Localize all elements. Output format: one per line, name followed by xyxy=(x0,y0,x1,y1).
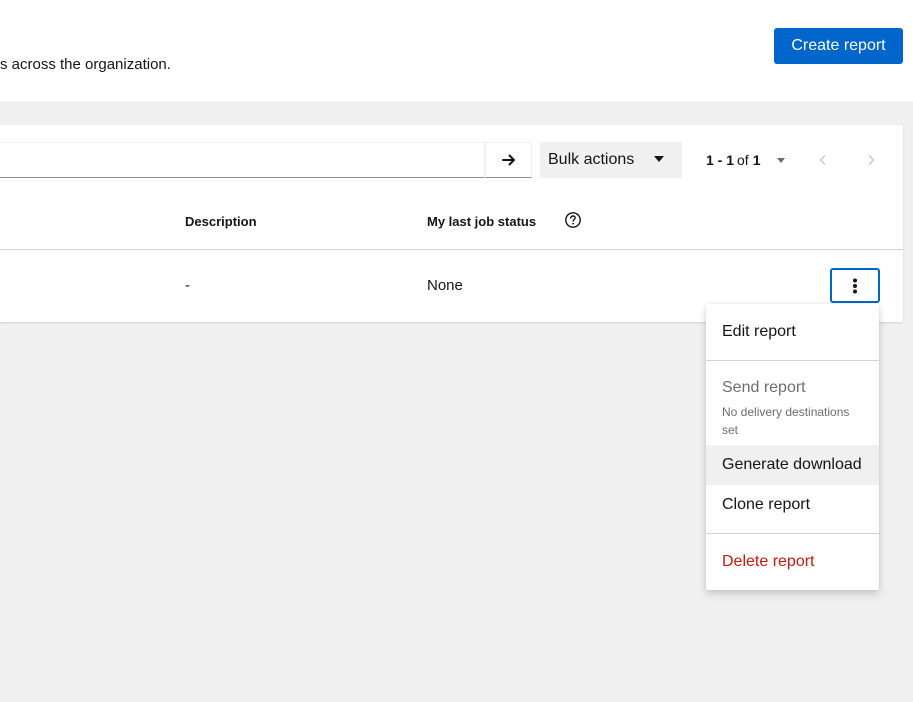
search-submit-button[interactable] xyxy=(485,142,532,178)
angle-right-icon xyxy=(868,154,875,166)
menu-divider xyxy=(706,533,879,534)
menu-item-send-report-description: No delivery destinations set xyxy=(722,405,850,437)
pagination-toggle[interactable]: 1 - 1 of 1 xyxy=(706,142,785,178)
row-actions-menu: Edit report Send report No delivery dest… xyxy=(706,304,879,590)
help-circle-icon[interactable] xyxy=(564,211,582,229)
arrow-right-icon xyxy=(501,154,515,166)
search-input[interactable] xyxy=(0,142,485,178)
menu-item-generate-download[interactable]: Generate download xyxy=(706,445,879,485)
bulk-actions-label: Bulk actions xyxy=(548,151,635,168)
next-page-button[interactable] xyxy=(853,142,889,178)
row-actions-kebab-button[interactable] xyxy=(830,268,880,303)
caret-down-icon xyxy=(776,157,785,163)
row-last-job-status: None xyxy=(427,277,463,294)
menu-item-delete-report[interactable]: Delete report xyxy=(706,542,879,582)
reports-table-card: Bulk actions 1 - 1 of 1 Description My l… xyxy=(0,125,903,322)
angle-left-icon xyxy=(819,154,826,166)
kebab-icon xyxy=(853,278,857,293)
row-description: - xyxy=(185,277,190,294)
page-header: s across the organization. Create report xyxy=(0,0,913,101)
menu-item-send-report[interactable]: Send report xyxy=(706,369,879,407)
column-header-description[interactable]: Description xyxy=(185,214,257,229)
column-header-last-job-status[interactable]: My last job status xyxy=(427,214,536,229)
bulk-actions-dropdown[interactable]: Bulk actions xyxy=(540,142,682,178)
menu-divider xyxy=(706,360,879,361)
create-report-button[interactable]: Create report xyxy=(774,28,903,64)
page: s across the organization. Create report… xyxy=(0,0,913,702)
menu-item-clone-report[interactable]: Clone report xyxy=(706,485,879,525)
menu-item-edit-report[interactable]: Edit report xyxy=(706,312,879,352)
pagination-range: 1 - 1 xyxy=(706,152,735,168)
pagination-of: of xyxy=(737,152,749,168)
pagination-total: 1 xyxy=(752,152,761,168)
table-divider xyxy=(0,249,903,250)
page-subtitle: s across the organization. xyxy=(0,56,171,73)
previous-page-button[interactable] xyxy=(805,142,841,178)
caret-down-icon xyxy=(654,156,664,162)
